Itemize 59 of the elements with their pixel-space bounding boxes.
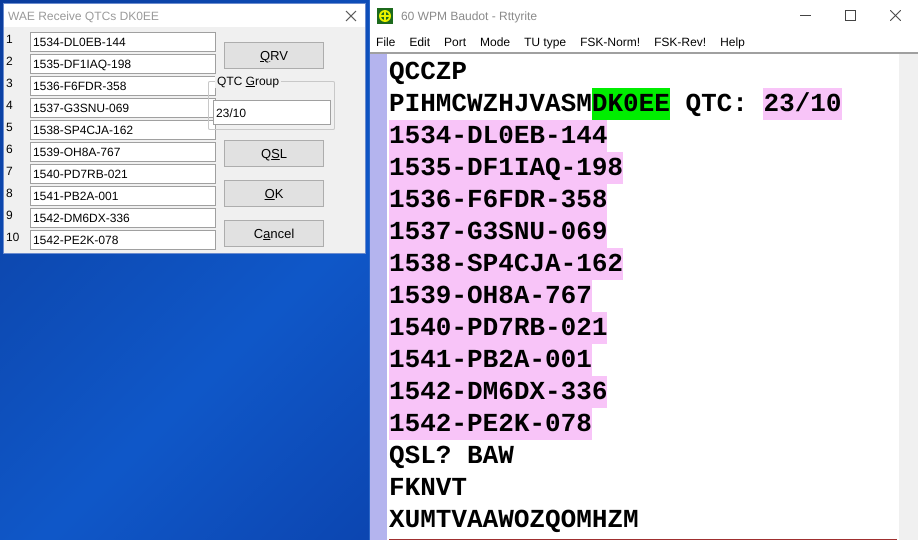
received-text: 1540-PD7RB-021 — [389, 312, 608, 344]
received-text: QCCZP — [389, 56, 468, 88]
app-logo-icon — [377, 8, 393, 24]
received-text: XUMTVAAWOZQOMHZM — [389, 504, 639, 536]
received-text: 1542-DM6DX-336 — [389, 376, 608, 408]
received-text: 23/10 — [763, 88, 842, 120]
qtc-group-field[interactable]: 23/10 — [213, 100, 331, 125]
received-text: DK0EE — [592, 88, 670, 120]
menu-item[interactable]: Port — [444, 32, 466, 50]
qtc-field[interactable]: 1541-PB2A-001 — [30, 186, 216, 206]
menu-item[interactable]: FSK-Rev! — [654, 32, 706, 50]
row-number: 3 — [6, 76, 14, 90]
dialog-button[interactable]: QRV — [224, 42, 324, 69]
row-number: 9 — [6, 208, 14, 222]
menu-item[interactable]: Edit — [409, 32, 430, 50]
row-number: 1 — [6, 32, 14, 46]
qtc-field[interactable]: 1538-SP4CJA-162 — [30, 120, 216, 140]
received-text: 1535-DF1IAQ-198 — [389, 152, 624, 184]
received-text: QSL? BAW — [389, 440, 514, 472]
dialog-button[interactable]: OK — [224, 180, 324, 207]
qtc-field[interactable]: 1540-PD7RB-021 — [30, 164, 216, 184]
row-number: 10 — [6, 230, 20, 244]
qtc-field[interactable]: 1534-DL0EB-144 — [30, 32, 216, 52]
menu-item[interactable]: FSK-Norm! — [580, 32, 640, 50]
row-number: 7 — [6, 164, 14, 178]
row-number: 6 — [6, 142, 14, 156]
qtc-field[interactable]: 1539-OH8A-767 — [30, 142, 216, 162]
received-text: FKNVT — [389, 472, 468, 504]
qtc-field[interactable]: 1535-DF1IAQ-198 — [30, 54, 216, 74]
group-label: QTC Group — [215, 74, 282, 88]
qtc-field[interactable]: 1542-PE2K-078 — [30, 230, 216, 250]
received-text: QTC: — [684, 88, 749, 120]
scrollbar[interactable] — [899, 54, 918, 540]
menu-item[interactable]: File — [376, 32, 396, 50]
menu-item[interactable]: Help — [720, 32, 745, 50]
received-text: 1534-DL0EB-144 — [389, 120, 608, 152]
close-icon[interactable] — [890, 10, 901, 21]
window-title: 60 WPM Baudot - Rttyrite — [401, 8, 538, 24]
qtc-field[interactable]: 1537-G3SNU-069 — [30, 98, 216, 118]
received-text: PIHMCWZHJVASM — [389, 88, 592, 120]
qtc-field[interactable]: 1542-DM6DX-336 — [30, 208, 216, 228]
row-number: 8 — [6, 186, 14, 200]
received-text: 1541-PB2A-001 — [389, 344, 592, 376]
dialog-title: WAE Receive QTCs DK0EE — [8, 8, 159, 24]
row-number: 2 — [6, 54, 14, 68]
row-number: 4 — [6, 98, 14, 112]
received-text: 1537-G3SNU-069 — [389, 216, 608, 248]
received-text: 1539-OH8A-767 — [389, 280, 592, 312]
maximize-icon[interactable] — [845, 10, 856, 21]
menu-item[interactable]: TU type — [524, 32, 566, 50]
row-number: 5 — [6, 120, 14, 134]
received-text: 1536-F6FDR-358 — [389, 184, 608, 216]
qtc-field[interactable]: 1536-F6FDR-358 — [30, 76, 216, 96]
close-icon[interactable] — [345, 10, 357, 22]
received-text: 1542-PE2K-078 — [389, 408, 592, 440]
dialog-button[interactable]: QSL — [224, 140, 324, 167]
received-text: 1538-SP4CJA-162 — [389, 248, 624, 280]
menu-item[interactable]: Mode — [480, 32, 510, 50]
dialog-button[interactable]: Cancel — [224, 220, 324, 247]
